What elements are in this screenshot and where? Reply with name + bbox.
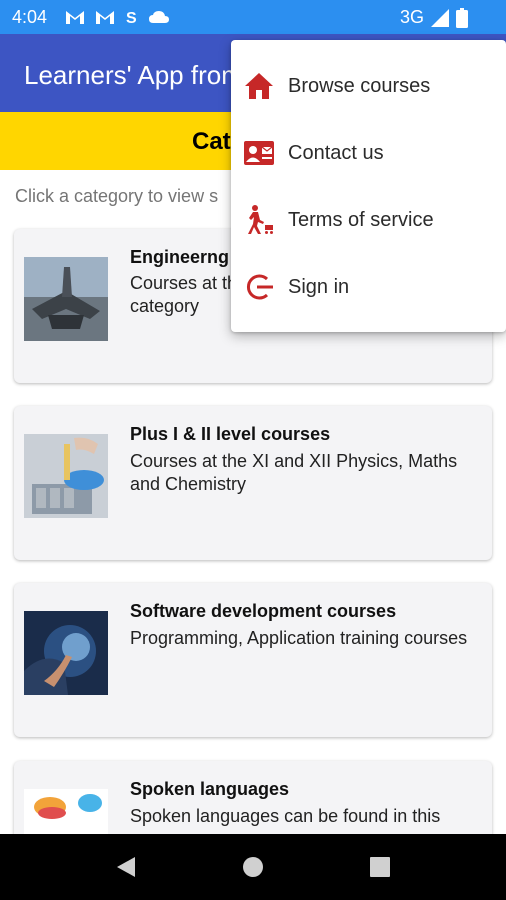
card-title: Software development courses bbox=[130, 601, 397, 621]
back-triangle-icon bbox=[117, 857, 135, 877]
system-nav-bar bbox=[0, 834, 506, 900]
menu-item-terms-of-service[interactable]: Terms of service bbox=[231, 188, 506, 252]
home-circle-icon bbox=[243, 857, 263, 877]
battery-icon bbox=[456, 7, 468, 28]
recents-square-icon bbox=[370, 857, 390, 877]
status-bar: 4:04 S 3G bbox=[0, 0, 506, 34]
cloud-icon bbox=[149, 11, 169, 23]
card-description: Courses at the XI and XII Physics, Maths… bbox=[130, 451, 458, 494]
card-title: Plus I & II level courses bbox=[130, 424, 331, 444]
home-icon bbox=[245, 73, 273, 99]
home-button[interactable] bbox=[223, 834, 283, 900]
status-right: 3G bbox=[400, 7, 468, 28]
card-thumbnail bbox=[24, 257, 108, 341]
status-time: 4:04 bbox=[12, 7, 48, 27]
gmail-icon bbox=[66, 11, 84, 24]
menu-item-contact-us[interactable]: Contact us bbox=[231, 121, 506, 185]
app-title: Learners' App from bbox=[24, 60, 243, 90]
menu-item-label: Terms of service bbox=[288, 209, 434, 231]
menu-item-label: Sign in bbox=[288, 276, 350, 298]
menu-item-browse-courses[interactable]: Browse courses bbox=[231, 54, 506, 118]
contact-card-icon bbox=[244, 141, 274, 165]
card-thumbnail bbox=[24, 434, 108, 518]
card-description: Spoken languages can be found in this bbox=[130, 806, 441, 826]
card-title: Spoken languages bbox=[130, 779, 290, 799]
menu-item-label: Browse courses bbox=[288, 75, 431, 97]
card-title: Engineerng bbox=[130, 247, 230, 267]
recents-button[interactable] bbox=[350, 834, 410, 900]
network-type: 3G bbox=[399, 7, 424, 27]
menu-item-sign-in[interactable]: Sign in bbox=[231, 255, 506, 319]
category-card-software[interactable]: Software development courses Programming… bbox=[14, 583, 492, 737]
signal-icon bbox=[431, 8, 449, 27]
sync-icon: S bbox=[126, 10, 137, 26]
category-card-plus-level[interactable]: Plus I & II level courses Courses at the… bbox=[14, 406, 492, 560]
menu-item-label: Contact us bbox=[288, 142, 384, 164]
svg-text:S: S bbox=[126, 10, 137, 26]
sign-in-icon bbox=[247, 274, 273, 300]
back-button[interactable] bbox=[96, 834, 156, 900]
card-description: Programming, Application training course… bbox=[130, 628, 468, 648]
gmail-icon bbox=[96, 11, 114, 24]
card-thumbnail bbox=[24, 611, 108, 695]
notification-icons: S bbox=[64, 8, 170, 26]
walking-cart-icon bbox=[248, 205, 273, 234]
overflow-menu: Browse courses Contact us Terms of servi… bbox=[231, 40, 506, 332]
helper-text: Click a category to view s bbox=[15, 186, 219, 206]
